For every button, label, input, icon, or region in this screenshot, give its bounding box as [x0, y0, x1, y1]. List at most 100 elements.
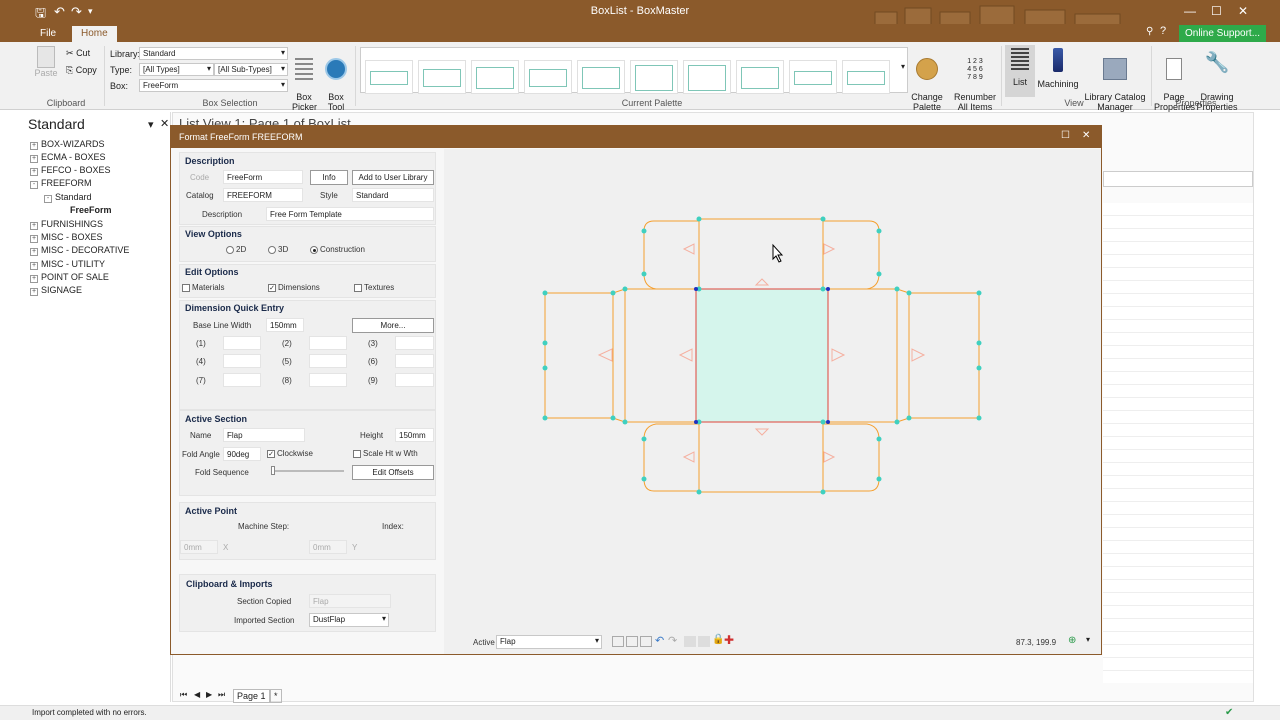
box-dieline-drawing[interactable] [444, 149, 1101, 629]
tree-item-point-of-sale[interactable]: + POINT OF SALE [30, 272, 109, 283]
top-right-flap[interactable] [823, 220, 880, 290]
close-panel-icon[interactable]: ✕ [160, 117, 169, 130]
dim-field-3[interactable] [395, 336, 434, 350]
fold-angle-field[interactable]: 90deg [223, 447, 261, 461]
palette-item[interactable] [736, 60, 784, 94]
dimensions-checkbox[interactable]: ✓ [268, 284, 276, 292]
pin-panel-icon[interactable]: ▾ [148, 118, 154, 131]
copy-button[interactable]: ⎘ Copy [66, 65, 97, 76]
bottom-panel[interactable] [698, 421, 824, 493]
grid-tool-icon[interactable] [612, 636, 624, 647]
line-tool-icon[interactable] [640, 636, 652, 647]
palette-item[interactable] [842, 60, 890, 94]
options-dropdown-icon[interactable]: ▾ [1086, 635, 1090, 644]
tree-item-fefco[interactable]: + FEFCO - BOXES [30, 165, 111, 176]
box-select[interactable]: FreeForm [139, 79, 288, 92]
info-button[interactable]: Info [310, 170, 348, 185]
dim-field-5[interactable] [309, 354, 347, 368]
left-far-panel[interactable] [544, 292, 614, 419]
catalog-field[interactable]: FREEFORM [223, 188, 303, 202]
materials-checkbox[interactable] [182, 284, 190, 292]
right-far-panel[interactable] [908, 292, 980, 419]
globe-icon[interactable]: ⊕ [1068, 635, 1076, 646]
bottom-left-flap[interactable] [643, 423, 699, 492]
expand-icon[interactable]: + [30, 288, 38, 296]
more-button[interactable]: More... [352, 318, 434, 333]
box-picker-button[interactable]: Box Picker [292, 48, 317, 112]
crosshair-icon[interactable]: ✚ [724, 633, 734, 647]
tab-file[interactable]: File [31, 26, 65, 41]
minimize-button[interactable]: — [1184, 4, 1196, 18]
radio-construction[interactable] [310, 246, 318, 254]
library-select[interactable]: Standard [139, 47, 288, 60]
next-page-icon[interactable]: ▶ [206, 690, 212, 699]
dim-field-4[interactable] [223, 354, 261, 368]
palette-item[interactable] [789, 60, 837, 94]
paste-button[interactable]: Paste [34, 46, 58, 78]
dim-field-6[interactable] [395, 354, 434, 368]
subtype-select[interactable]: [All Sub-Types] [214, 63, 288, 76]
list-view-button[interactable]: List [1005, 45, 1035, 97]
palette-item[interactable] [524, 60, 572, 94]
tree-item-standard[interactable]: - Standard [44, 192, 92, 203]
expand-icon[interactable]: + [30, 275, 38, 283]
cut-button[interactable]: ✂ Cut [66, 48, 90, 59]
clockwise-checkbox[interactable]: ✓ [267, 450, 275, 458]
y-field[interactable]: 0mm [309, 540, 347, 554]
palette-item[interactable] [683, 60, 731, 94]
select-tool-icon[interactable] [626, 636, 638, 647]
renumber-button[interactable]: 1 2 34 5 67 8 9 Renumber All Items [953, 48, 997, 112]
height-field[interactable]: 150mm [395, 428, 434, 442]
top-panel[interactable] [698, 218, 824, 290]
textures-checkbox[interactable] [354, 284, 362, 292]
dim-field-8[interactable] [309, 373, 347, 387]
expand-icon[interactable]: + [30, 222, 38, 230]
baseline-field[interactable]: 150mm [266, 318, 304, 332]
expand-icon[interactable]: + [30, 235, 38, 243]
radio-3d[interactable] [268, 246, 276, 254]
page-tab[interactable]: Page 1 [233, 689, 270, 703]
top-left-flap[interactable] [643, 220, 699, 290]
type-select[interactable]: [All Types] [139, 63, 214, 76]
x-field[interactable]: 0mm [180, 540, 218, 554]
tool-icon[interactable] [684, 636, 696, 647]
pin-icon[interactable]: ⚲ [1146, 26, 1153, 37]
tab-home[interactable]: Home [72, 26, 117, 42]
right-side-panel[interactable] [825, 288, 898, 423]
box-tool-button[interactable]: Box Tool [323, 48, 349, 112]
palette-gallery[interactable]: ▾ [360, 47, 908, 94]
tree-item-signage[interactable]: + SIGNAGE [30, 285, 82, 296]
dim-field-2[interactable] [309, 336, 347, 350]
machining-button[interactable]: Machining [1037, 48, 1079, 89]
palette-item[interactable] [630, 60, 678, 94]
dialog-close-button[interactable]: ✕ [1082, 130, 1090, 141]
tree-item-freeform[interactable]: - FREEFORM [30, 178, 92, 189]
bottom-right-flap[interactable] [823, 423, 880, 492]
active-select[interactable]: Flap [496, 635, 602, 649]
add-user-library-button[interactable]: Add to User Library [352, 170, 434, 185]
code-field[interactable]: FreeForm [223, 170, 303, 184]
first-page-icon[interactable]: ⏮ [180, 690, 187, 700]
slider-thumb[interactable] [271, 466, 275, 475]
scale-checkbox[interactable] [353, 450, 361, 458]
fold-sequence-slider[interactable] [272, 470, 344, 472]
help-icon[interactable]: ? [1160, 25, 1166, 37]
undo-canvas-icon[interactable]: ↶ [655, 634, 664, 647]
palette-item[interactable] [418, 60, 466, 94]
expand-icon[interactable]: + [30, 248, 38, 256]
edit-offsets-button[interactable]: Edit Offsets [352, 465, 434, 480]
expand-icon[interactable]: + [30, 168, 38, 176]
drawing-canvas[interactable]: Active Flap ↶ ↷ 🔒 ✚ 87.3, 199.9 ⊕ ▾ [444, 149, 1101, 654]
dialog-maximize-button[interactable]: ☐ [1061, 130, 1070, 141]
lock-icon[interactable]: 🔒 [712, 634, 724, 645]
tool-icon[interactable] [698, 636, 710, 647]
name-field[interactable]: Flap [223, 428, 305, 442]
tree-item-misc-decorative[interactable]: + MISC - DECORATIVE [30, 245, 129, 256]
expand-icon[interactable]: + [30, 262, 38, 270]
redo-canvas-icon[interactable]: ↷ [668, 634, 677, 647]
tree-item-furnishings[interactable]: + FURNISHINGS [30, 219, 103, 230]
imported-section-select[interactable]: DustFlap [309, 613, 389, 627]
last-page-icon[interactable]: ⏭ [218, 690, 225, 700]
maximize-button[interactable]: ☐ [1211, 4, 1222, 18]
prev-page-icon[interactable]: ◀ [194, 690, 200, 699]
